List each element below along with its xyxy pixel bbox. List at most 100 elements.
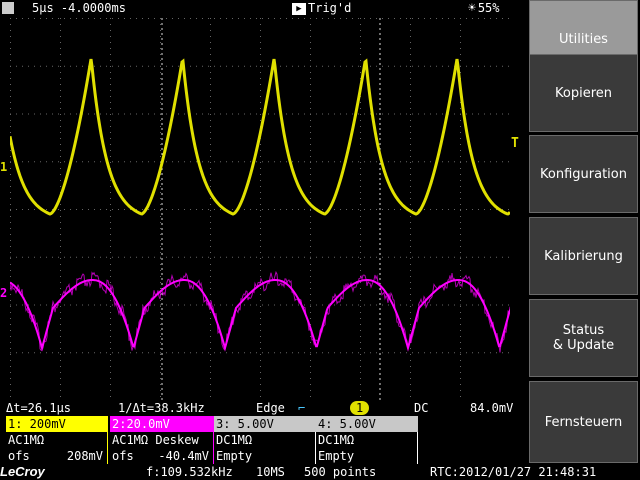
ch2-offset-marker[interactable]: 2 bbox=[0, 286, 7, 300]
trigger-status: ▶ Trig'd bbox=[292, 0, 351, 17]
grid-dot bbox=[260, 96, 261, 97]
ch4-info-box[interactable]: 4: 5.00V DC1MΩ Empty bbox=[316, 416, 418, 464]
grid-dot bbox=[460, 312, 461, 313]
waveform-display[interactable] bbox=[10, 18, 510, 400]
grid-dot bbox=[124, 18, 125, 19]
grid-dot bbox=[360, 366, 361, 367]
trigger-coupling[interactable]: DC bbox=[414, 400, 428, 416]
grid-dot bbox=[110, 192, 111, 193]
grid-dot bbox=[292, 18, 293, 19]
grid-dot bbox=[16, 18, 17, 19]
grid-dot bbox=[10, 209, 11, 210]
grid-dot bbox=[360, 120, 361, 121]
grid-dot bbox=[28, 256, 29, 258]
grid-dot bbox=[178, 256, 179, 258]
grid-dot bbox=[34, 256, 35, 258]
grid-dot bbox=[10, 96, 11, 97]
trigger-level-marker[interactable]: T bbox=[511, 136, 519, 151]
grid-dot bbox=[166, 209, 167, 210]
grid-dot bbox=[58, 18, 59, 19]
grid-dot bbox=[112, 65, 113, 67]
ch3-info-box[interactable]: 3: 5.00V DC1MΩ Empty bbox=[214, 416, 316, 464]
ch1-scale: 1: 200mV bbox=[6, 416, 108, 432]
grid-dot bbox=[298, 65, 299, 67]
ch2-info-box[interactable]: 2:20.0mV AC1MΩ Deskew ofs -40.4mV bbox=[110, 416, 214, 464]
grid-dot bbox=[10, 161, 11, 163]
grid-dot bbox=[310, 312, 311, 313]
softkey-kalibrierung[interactable]: Kalibrierung bbox=[529, 217, 638, 295]
grid-dot bbox=[400, 352, 401, 354]
grid-dot bbox=[260, 144, 261, 145]
grid-dot bbox=[10, 348, 11, 349]
grid-dot bbox=[154, 304, 155, 306]
grid-dot bbox=[232, 304, 233, 306]
grid-dot bbox=[448, 65, 449, 67]
grid-dot bbox=[460, 240, 461, 241]
trigger-source-badge[interactable]: 1 bbox=[350, 401, 370, 415]
ch1-offset-marker[interactable]: 1 bbox=[0, 160, 7, 174]
grid-dot bbox=[260, 396, 261, 397]
grid-dot bbox=[60, 396, 61, 397]
grid-dot bbox=[292, 352, 293, 354]
ch2-offset-row: ofs -40.4mV bbox=[110, 448, 214, 464]
grid-dot bbox=[466, 65, 467, 67]
grid-dot bbox=[76, 352, 77, 354]
grid-dot bbox=[10, 113, 11, 115]
grid-dot bbox=[268, 256, 269, 258]
grid-dot bbox=[202, 352, 203, 354]
grid-dot bbox=[110, 252, 111, 253]
grid-dot bbox=[360, 114, 361, 115]
grid-dot bbox=[60, 132, 61, 133]
grid-dot bbox=[210, 162, 211, 163]
softkey-konfiguration[interactable]: Konfiguration bbox=[529, 135, 638, 213]
softkey-fernsteuern[interactable]: Fernsteuern bbox=[529, 381, 638, 463]
grid-dot bbox=[210, 180, 211, 181]
grid-dot bbox=[160, 209, 161, 210]
grid-dot bbox=[214, 18, 215, 19]
grid-dot bbox=[298, 256, 299, 258]
grid-dot bbox=[340, 304, 341, 306]
run-icon[interactable]: ▶ bbox=[292, 2, 306, 15]
grid-dot bbox=[160, 204, 161, 205]
grid-dot bbox=[142, 113, 143, 115]
grid-dot bbox=[410, 222, 411, 223]
grid-dot bbox=[436, 18, 437, 19]
grid-dot bbox=[502, 18, 503, 19]
ch1-info-box[interactable]: 1: 200mV AC1MΩ ofs 208mV bbox=[6, 416, 108, 464]
grid-dot bbox=[286, 352, 287, 354]
softkey-kopieren[interactable]: Kopieren bbox=[529, 54, 638, 132]
grid-dot bbox=[280, 209, 281, 210]
grid-dot bbox=[210, 66, 211, 67]
menu-icon[interactable] bbox=[2, 2, 14, 14]
grid-dot bbox=[10, 360, 11, 361]
grid-dot bbox=[76, 18, 77, 19]
grid-dot bbox=[260, 102, 261, 103]
grid-dot bbox=[346, 209, 347, 210]
grid-dot bbox=[460, 324, 461, 325]
grid-dot bbox=[110, 396, 111, 397]
grid-dot bbox=[310, 60, 311, 61]
trigger-type[interactable]: Edge bbox=[256, 400, 285, 416]
grid-dot bbox=[60, 306, 61, 307]
grid-dot bbox=[34, 18, 35, 19]
grid-dot bbox=[210, 120, 211, 121]
grid-dot bbox=[110, 210, 111, 211]
grid-dot bbox=[490, 161, 491, 163]
grid-dot bbox=[160, 360, 161, 361]
grid-dot bbox=[496, 304, 497, 306]
grid-dot bbox=[262, 161, 263, 163]
record-length: 500 points bbox=[304, 465, 377, 479]
grid-dot bbox=[260, 174, 261, 175]
grid-dot bbox=[244, 18, 245, 19]
timebase-readout[interactable]: 5µs -4.0000ms bbox=[32, 0, 126, 17]
grid-dot bbox=[310, 318, 311, 319]
grid-dot bbox=[60, 234, 61, 235]
softkey-status-update[interactable]: Status & Update bbox=[529, 299, 638, 377]
grid-dot bbox=[376, 352, 377, 354]
grid-dot bbox=[352, 209, 353, 210]
grid-dot bbox=[460, 318, 461, 319]
trigger-level[interactable]: 84.0mV bbox=[470, 400, 513, 416]
grid-dot bbox=[448, 209, 449, 210]
grid-dot bbox=[210, 360, 211, 361]
brightness-readout[interactable]: ☀ 55% bbox=[468, 0, 500, 17]
